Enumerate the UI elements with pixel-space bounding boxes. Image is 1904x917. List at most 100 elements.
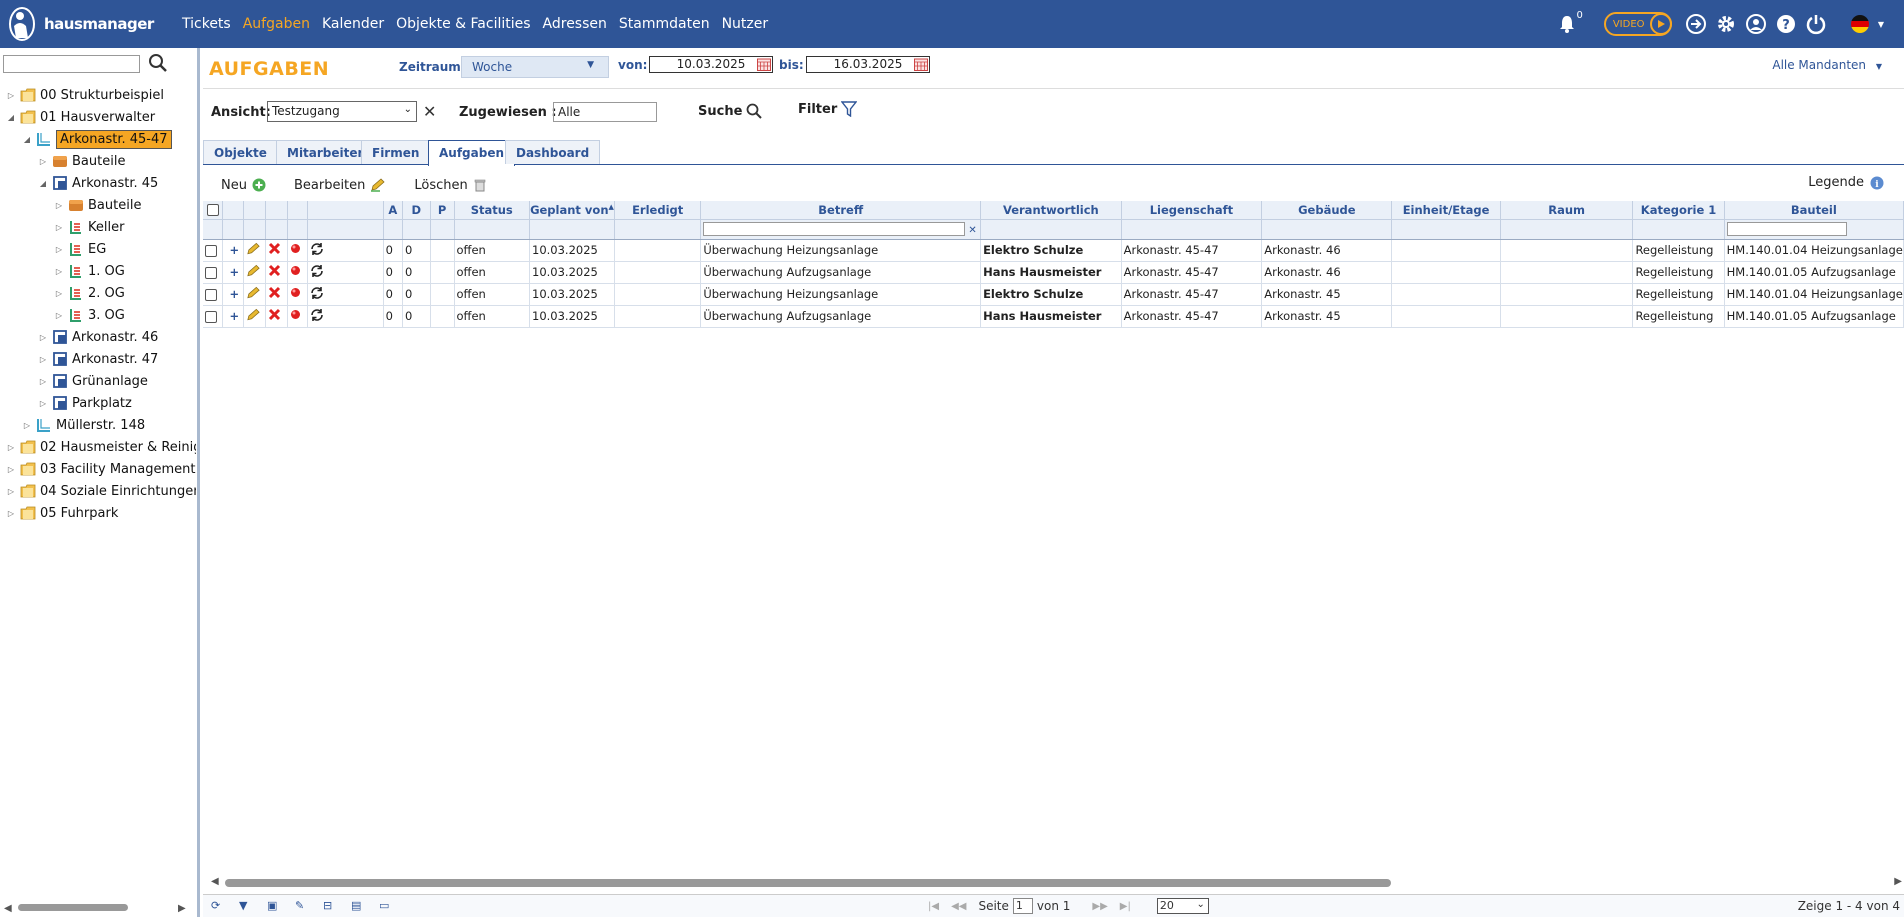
select-all-checkbox[interactable]	[206, 204, 219, 217]
select-all-header[interactable]	[203, 201, 224, 220]
nav-kalender[interactable]: Kalender	[322, 16, 384, 32]
expand-icon[interactable]: ▷	[6, 487, 16, 496]
video-button[interactable]: VIDEO	[1603, 12, 1672, 36]
expand-icon[interactable]: ▷	[38, 157, 48, 166]
recurring-icon[interactable]	[310, 308, 324, 322]
mandant-selector[interactable]: Alle Mandanten ▼	[1772, 58, 1882, 72]
calendar-icon[interactable]	[757, 58, 771, 71]
expand-icon[interactable]: ▷	[38, 355, 48, 364]
col-einheit-etage[interactable]: Einheit/Etage	[1391, 201, 1501, 220]
recurring-icon[interactable]	[310, 286, 324, 300]
scroll-left-icon[interactable]: ◀	[211, 876, 219, 887]
clear-filter-icon[interactable]: ✕	[968, 225, 976, 236]
delete-x-icon[interactable]	[268, 264, 281, 277]
scroll-right-icon[interactable]: ▶	[178, 903, 186, 914]
page-number-input[interactable]: 1	[1012, 898, 1033, 914]
col-a[interactable]: A	[383, 201, 403, 220]
table-row[interactable]: +0 0 offen 10.03.2025 Überwachung Aufzugsanl…	[203, 305, 1904, 328]
wrench-icon[interactable]: ✎	[295, 899, 309, 913]
col-bauteil[interactable]: Bauteil	[1724, 201, 1904, 220]
delete-button[interactable]: Löschen	[414, 178, 486, 193]
tree-node[interactable]: ▷ 02 Hausmeister & Reinigu	[0, 436, 196, 458]
tree-node-label[interactable]: Bauteile	[72, 154, 125, 169]
tree-horizontal-scrollbar[interactable]	[18, 904, 128, 911]
tree-node-label[interactable]: 00 Strukturbeispiel	[40, 88, 164, 103]
legend-button[interactable]: Legende i	[1808, 175, 1884, 190]
clear-view-icon[interactable]: ✕	[423, 102, 436, 121]
language-selector[interactable]	[1848, 12, 1872, 36]
last-page-icon[interactable]: ▶|	[1120, 901, 1131, 912]
tab-mitarbeiter[interactable]: Mitarbeiter	[276, 140, 375, 164]
table-row[interactable]: +0 0 offen 10.03.2025 Überwachung Heizungsan…	[203, 283, 1904, 306]
expand-icon[interactable]: ▷	[6, 443, 16, 452]
tree-node[interactable]: ▷ EG	[0, 238, 196, 260]
row-checkbox[interactable]	[205, 266, 217, 279]
von-date-input[interactable]: 10.03.2025	[649, 56, 773, 73]
rows-per-page-select[interactable]: 20 ⌄	[1156, 898, 1209, 914]
tree-node-label[interactable]: 1. OG	[88, 264, 125, 279]
tree-node[interactable]: ◢ Arkonastr. 45-47	[0, 128, 196, 150]
tree-node-label[interactable]: 3. OG	[88, 308, 125, 323]
tree-node[interactable]: ▷ 03 Facility Management	[0, 458, 196, 480]
search-icon[interactable]	[148, 53, 168, 73]
table-row[interactable]: +0 0 offen 10.03.2025 Überwachung Aufzugsanl…	[203, 261, 1904, 284]
tree-node-label[interactable]: Parkplatz	[72, 396, 132, 411]
tree-node-label[interactable]: EG	[88, 242, 106, 257]
next-page-icon[interactable]: ▶▶	[1092, 901, 1107, 912]
tree-node[interactable]: ◢ Arkonastr. 45	[0, 172, 196, 194]
tree-node-label[interactable]: 01 Hausverwalter	[40, 110, 155, 125]
expand-icon[interactable]: ▷	[22, 421, 32, 430]
tree-node-label[interactable]: Grünanlage	[72, 374, 148, 389]
nav-objekte-facilities[interactable]: Objekte & Facilities	[396, 16, 530, 32]
prev-page-icon[interactable]: ◀◀	[951, 901, 966, 912]
save-icon[interactable]: ▣	[267, 899, 281, 913]
help-button[interactable]: ?	[1774, 12, 1798, 36]
expand-icon[interactable]: ▷	[6, 91, 16, 100]
scroll-right-icon[interactable]: ▶	[1894, 876, 1902, 887]
pencil-icon[interactable]	[246, 242, 261, 256]
tree-node[interactable]: ▷ Grünanlage	[0, 370, 196, 392]
tree-node-label[interactable]: 2. OG	[88, 286, 125, 301]
expand-icon[interactable]: ▷	[38, 377, 48, 386]
chevron-down-icon[interactable]: ▼	[1878, 20, 1884, 29]
tree-search-input[interactable]	[3, 55, 140, 73]
nav-nutzer[interactable]: Nutzer	[722, 16, 769, 32]
tree-node[interactable]: ▷ 05 Fuhrpark	[0, 502, 196, 524]
filter-button[interactable]: Filter	[798, 101, 858, 117]
collapse-icon[interactable]: ◢	[6, 113, 16, 122]
tree-node-label[interactable]: Müllerstr. 148	[56, 418, 145, 433]
tab-firmen[interactable]: Firmen	[361, 140, 431, 164]
tree-node[interactable]: ▷ Arkonastr. 46	[0, 326, 196, 348]
row-checkbox[interactable]	[205, 288, 217, 301]
plus-icon[interactable]: +	[229, 243, 239, 257]
expand-icon[interactable]: ▷	[6, 465, 16, 474]
export-icon[interactable]: ▤	[351, 899, 365, 913]
plus-icon[interactable]: +	[229, 287, 239, 301]
edit-button[interactable]: Bearbeiten	[294, 178, 386, 193]
tree-node-label[interactable]: Bauteile	[88, 198, 141, 213]
tab-aufgaben[interactable]: Aufgaben	[428, 140, 516, 166]
tree-node-label[interactable]: Arkonastr. 46	[72, 330, 158, 345]
col-kategorie-1[interactable]: Kategorie 1	[1632, 201, 1725, 220]
betreff-filter-input[interactable]	[703, 222, 966, 237]
tab-objekte[interactable]: Objekte	[203, 140, 278, 164]
col-status[interactable]: Status	[454, 201, 530, 220]
expand-icon[interactable]: ▷	[54, 201, 64, 210]
expand-icon[interactable]: ▷	[38, 333, 48, 342]
tree-node-label[interactable]: 03 Facility Management	[40, 462, 195, 477]
tree-node[interactable]: ◢ 01 Hausverwalter	[0, 106, 196, 128]
col-verantwortlich[interactable]: Verantwortlich	[980, 201, 1122, 220]
tree-node[interactable]: ▷ Keller	[0, 216, 196, 238]
table-row[interactable]: +0 0 offen 10.03.2025 Überwachung Heizungsan…	[203, 239, 1904, 262]
bauteil-filter-input[interactable]	[1726, 222, 1847, 237]
tree-node[interactable]: ▷ Bauteile	[0, 150, 196, 172]
tree-node[interactable]: ▷ 04 Soziale Einrichtungen	[0, 480, 196, 502]
col-d[interactable]: D	[402, 201, 431, 220]
col-betreff[interactable]: Betreff	[700, 201, 982, 220]
bis-date-input[interactable]: 16.03.2025	[806, 56, 930, 73]
nav-stammdaten[interactable]: Stammdaten	[619, 16, 710, 32]
profile-button[interactable]	[1744, 12, 1768, 36]
expand-icon[interactable]: ▷	[54, 289, 64, 298]
delete-x-icon[interactable]	[268, 242, 281, 255]
expand-icon[interactable]: ▷	[6, 509, 16, 518]
